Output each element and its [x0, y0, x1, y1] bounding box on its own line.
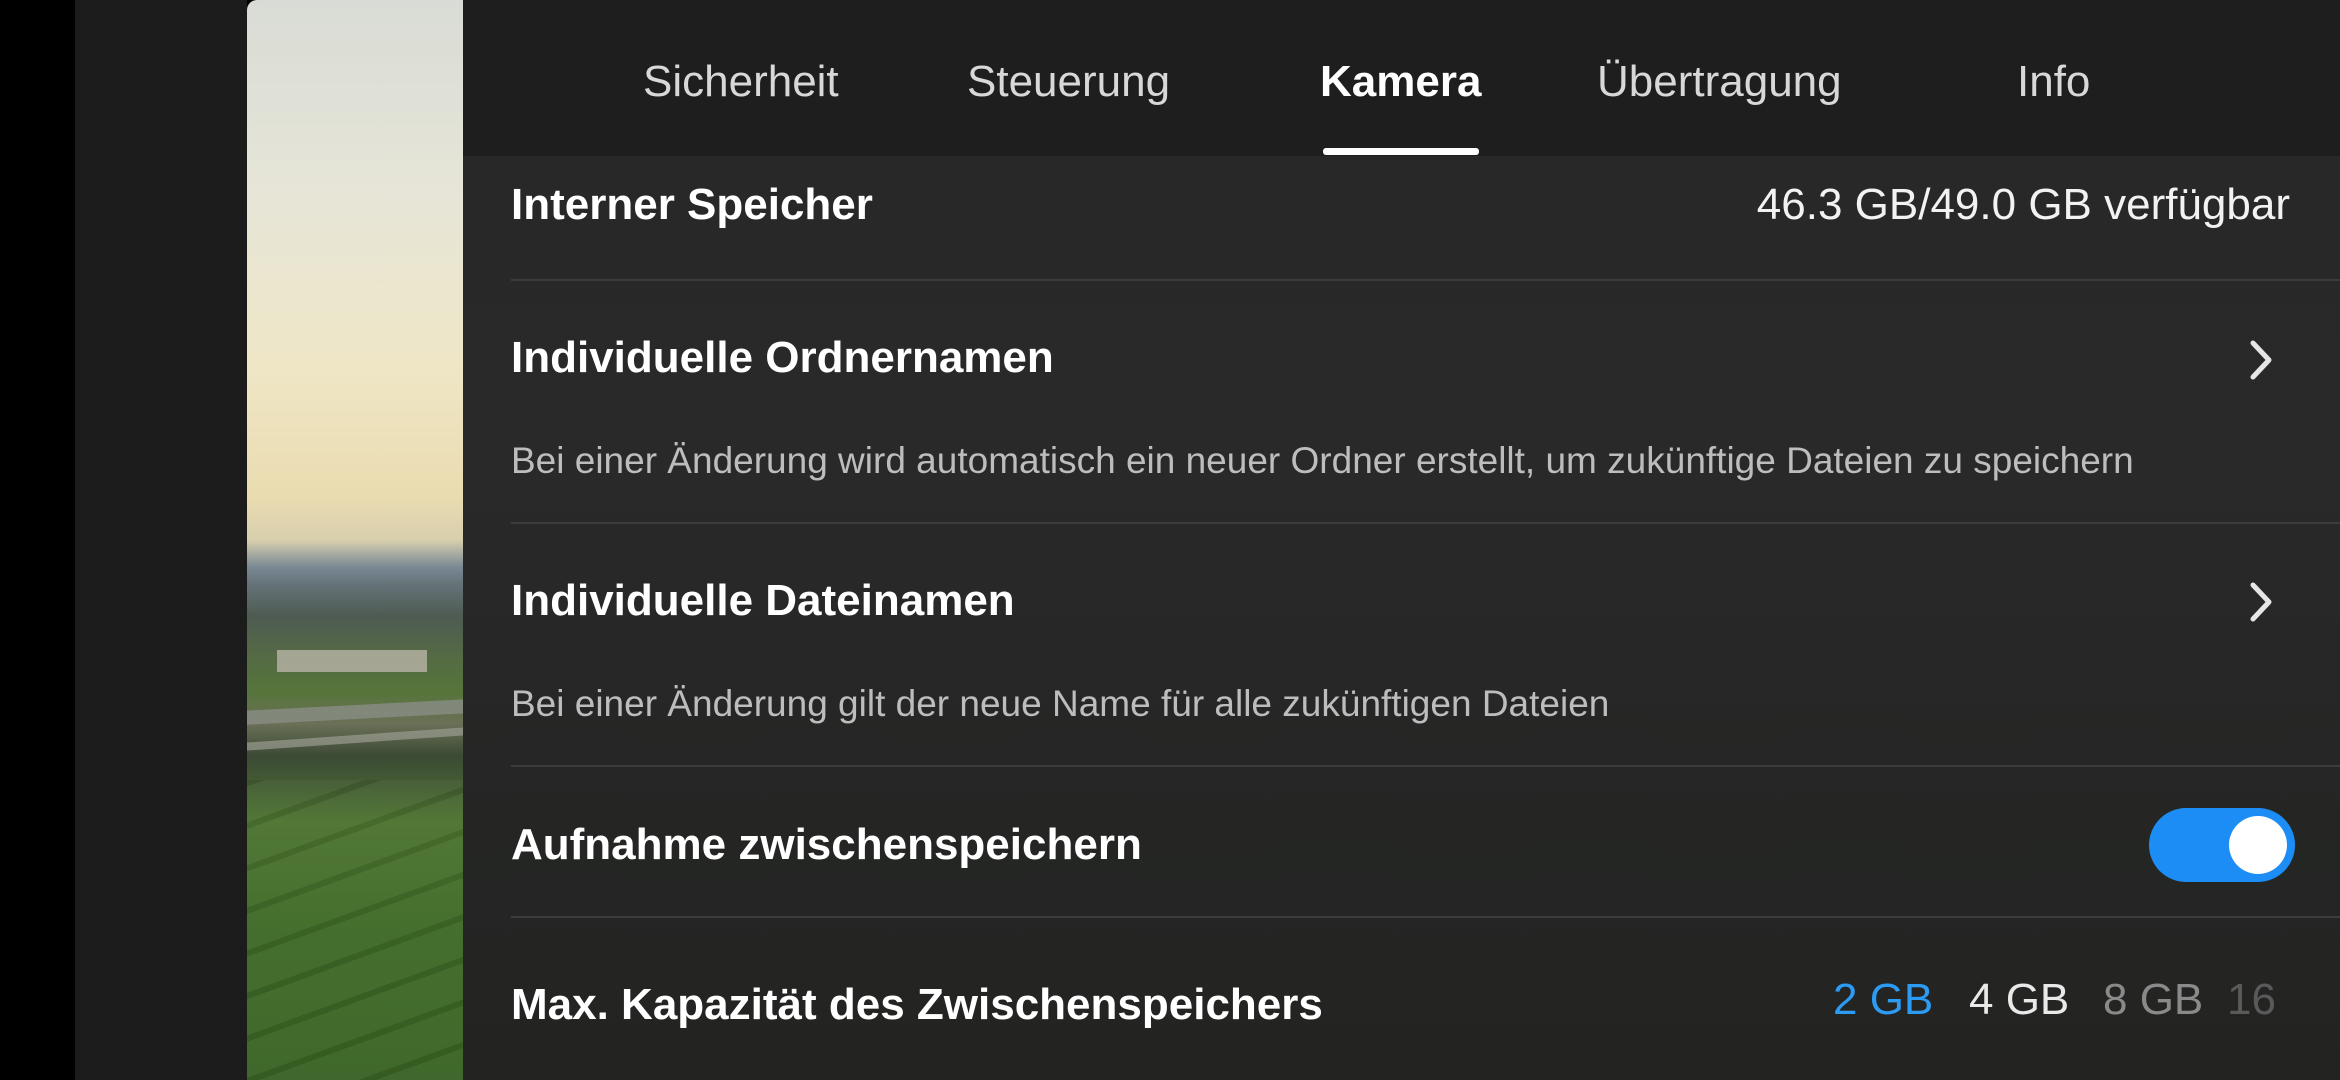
side-rail: [75, 0, 247, 1080]
chevron-right-icon[interactable]: [2241, 577, 2281, 627]
cache-recording-toggle[interactable]: [2149, 808, 2295, 882]
settings-panel: Sicherheit Steuerung Kamera Übertragung …: [463, 0, 2340, 1080]
storage-value: 46.3 GB/49.0 GB verfügbar: [1756, 180, 2290, 229]
toggle-knob: [2229, 816, 2287, 874]
tab-info[interactable]: Info: [2017, 52, 2090, 112]
capacity-option-8gb[interactable]: 8 GB: [2103, 975, 2203, 1025]
tab-sicherheit[interactable]: Sicherheit: [643, 52, 839, 112]
cache-recording-title: Aufnahme zwischenspeichern: [511, 820, 1142, 869]
tab-kamera[interactable]: Kamera: [1320, 52, 1481, 112]
capacity-option-4gb[interactable]: 4 GB: [1969, 975, 2069, 1025]
chevron-right-icon[interactable]: [2241, 335, 2281, 385]
preview-building: [277, 650, 427, 672]
tab-steuerung[interactable]: Steuerung: [967, 52, 1170, 112]
folder-names-title[interactable]: Individuelle Ordnernamen: [511, 333, 1054, 383]
divider: [511, 916, 2340, 918]
active-tab-indicator: [1323, 148, 1479, 155]
file-names-description: Bei einer Änderung gilt der neue Name fü…: [511, 683, 1610, 724]
capacity-option-16gb[interactable]: 16: [2227, 975, 2289, 1025]
divider: [511, 522, 2340, 524]
camera-preview[interactable]: [247, 0, 463, 1080]
capacity-option-2gb[interactable]: 2 GB: [1833, 975, 1933, 1025]
divider: [511, 765, 2340, 767]
storage-title: Interner Speicher: [511, 180, 873, 229]
preview-road: [247, 699, 463, 725]
preview-fields: [247, 780, 463, 1080]
folder-names-description: Bei einer Änderung wird automatisch ein …: [511, 440, 2134, 481]
preview-road: [247, 727, 463, 751]
file-names-title[interactable]: Individuelle Dateinamen: [511, 576, 1015, 626]
divider: [511, 279, 2340, 281]
settings-tab-bar: Sicherheit Steuerung Kamera Übertragung …: [463, 0, 2340, 156]
tab-uebertragung[interactable]: Übertragung: [1597, 52, 1842, 112]
cache-capacity-title: Max. Kapazität des Zwischenspeichers: [511, 980, 1323, 1029]
left-black-bar: [0, 0, 75, 1080]
